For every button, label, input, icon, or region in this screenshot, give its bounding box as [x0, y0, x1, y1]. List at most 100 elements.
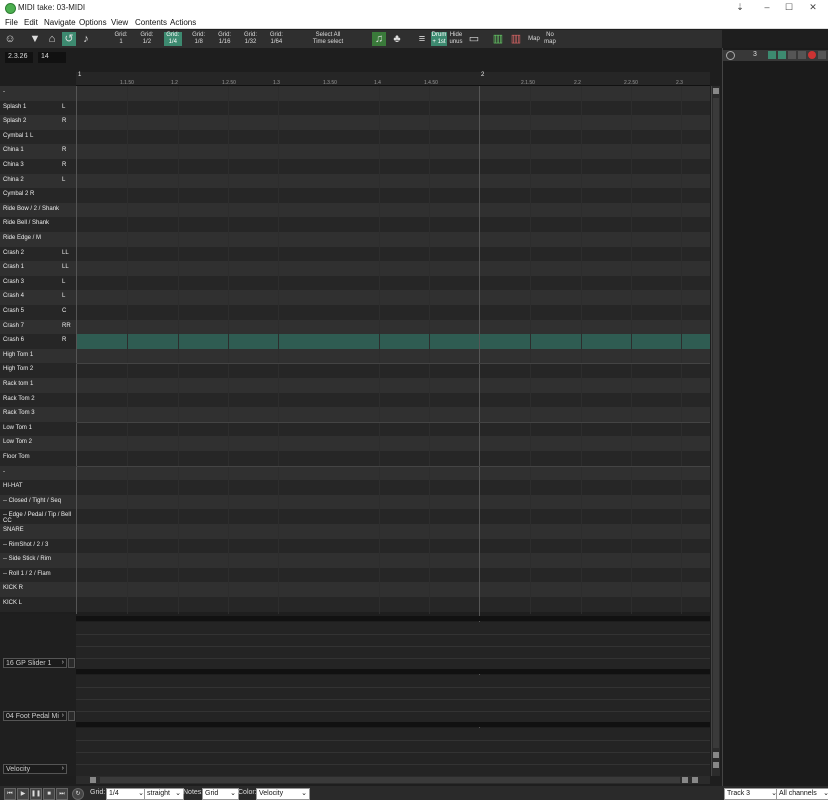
menu-contents[interactable]: Contents — [135, 18, 167, 27]
vertical-scrollbar[interactable] — [711, 86, 720, 776]
cc-lane-1[interactable] — [76, 622, 710, 670]
color-select[interactable]: Velocity ⌄ — [256, 788, 310, 800]
menu-options[interactable]: Options — [79, 18, 107, 27]
drum-key-row[interactable]: Crash 1 LL — [0, 261, 76, 276]
track-midi-icon[interactable] — [768, 51, 776, 59]
track-env-icon[interactable] — [798, 51, 806, 59]
mixer-alt-icon[interactable]: ▥ — [509, 32, 523, 46]
hide-unused-button[interactable]: Hide unus — [449, 32, 463, 46]
velocity-lane[interactable] — [76, 728, 710, 776]
track-fx-icon[interactable] — [788, 51, 796, 59]
grid-select[interactable]: 1/4 ⌄ — [106, 788, 147, 800]
close-button[interactable]: ✕ — [803, 1, 823, 14]
notes-select[interactable]: Grid ⌄ — [202, 788, 239, 800]
note-grid-row[interactable] — [76, 509, 710, 524]
scroll-right-icon[interactable] — [682, 777, 688, 783]
lane-divider[interactable] — [76, 669, 710, 674]
note-grid-row[interactable] — [76, 421, 710, 437]
note-grid-row[interactable] — [76, 305, 710, 320]
drum-key-row[interactable]: -- Side Stick / Rim — [0, 553, 76, 568]
drum-key-row[interactable]: China 2 L — [0, 173, 76, 189]
grid-4-button[interactable]: Grid: 1/16 — [216, 32, 234, 46]
note-grid-row[interactable] — [76, 553, 710, 568]
note-grid-row[interactable] — [76, 524, 710, 539]
map-button[interactable]: Map — [527, 32, 541, 46]
drum-key-row[interactable]: -- Edge / Pedal / Tip / Bell CC — [0, 509, 76, 524]
note-grid-row[interactable] — [76, 217, 710, 232]
note-grid-row[interactable] — [76, 275, 710, 291]
mixer-icon[interactable]: ▥ — [491, 32, 505, 46]
drum-key-row[interactable]: Crash 2 LL — [0, 246, 76, 262]
scroll-left-icon[interactable] — [90, 777, 96, 783]
note-grid-row[interactable] — [76, 363, 710, 378]
note-grid-row[interactable] — [76, 348, 710, 364]
drum-key-row[interactable]: - — [0, 465, 76, 481]
people-icon[interactable]: ☺ — [3, 32, 17, 46]
lane-divider[interactable] — [76, 616, 710, 621]
drum-key-row[interactable]: High Tom 1 — [0, 348, 76, 364]
channel-select[interactable]: All channels ⌄ — [776, 788, 828, 800]
drum-key-row[interactable]: KICK R — [0, 582, 76, 597]
drum-key-row[interactable]: SNARE — [0, 524, 76, 539]
h-scroll-thumb[interactable] — [100, 777, 680, 783]
go-to-end-icon[interactable]: ⏭ — [56, 788, 68, 800]
menu-file[interactable]: File — [5, 18, 18, 27]
record-arm-icon[interactable] — [808, 51, 816, 59]
scroll-up-icon[interactable] — [713, 88, 719, 94]
value-display[interactable]: 14 — [38, 52, 66, 63]
note-grid-row[interactable] — [76, 465, 710, 481]
list-icon[interactable]: ≡ — [415, 32, 429, 46]
note-grid-row[interactable] — [76, 378, 710, 393]
note-grid-row[interactable] — [76, 480, 710, 495]
grid-6-button[interactable]: Grid: 1/64 — [267, 32, 285, 46]
loop-toggle-icon[interactable]: ↻ — [72, 788, 84, 800]
lane-2-options-icon[interactable] — [68, 711, 75, 721]
drum-key-row[interactable]: Ride Bell / Shank — [0, 217, 76, 232]
drum-key-row[interactable]: -- Closed / Tight / Seq — [0, 494, 76, 510]
drum-key-row[interactable]: Rack tom 1 — [0, 378, 76, 393]
input-icon[interactable]: ♪ — [79, 32, 93, 46]
note-grid-row[interactable] — [76, 202, 710, 218]
drum-key-row[interactable]: Rack Tom 2 — [0, 392, 76, 408]
note-grid-row[interactable] — [76, 173, 710, 189]
timeline-ruler[interactable]: 1 2 1.1.50 1.2 1.2.50 1.3 1.3.50 1.4 1.4.50 2.1… — [76, 72, 710, 86]
drum-key-row[interactable]: Cymbal 2 R — [0, 188, 76, 203]
note-grid-row[interactable] — [76, 188, 710, 203]
drum-key-row[interactable]: Floor Tom — [0, 451, 76, 466]
track-route-icon[interactable] — [778, 51, 786, 59]
grid-0-button[interactable]: Grid: 1 — [112, 32, 130, 46]
position-display[interactable]: 2.3.26 — [5, 52, 33, 63]
drum-key-row[interactable]: -- RimShot / 2 / 3 — [0, 538, 76, 554]
grid-1-button[interactable]: Grid: 1/2 — [138, 32, 156, 46]
drum-key-row[interactable]: Crash 6 R — [0, 334, 76, 349]
no-map-button[interactable]: No map — [543, 32, 557, 46]
velocity-lane-selector[interactable]: Velocity › — [3, 764, 67, 774]
track-toggle-icon[interactable] — [726, 51, 735, 60]
menu-view[interactable]: View — [111, 18, 128, 27]
cc-lane-2[interactable] — [76, 675, 710, 723]
note-grid-row[interactable] — [76, 567, 710, 583]
drum-key-row[interactable]: -- Roll 1 / 2 / Flam — [0, 567, 76, 583]
note-grid-row[interactable] — [76, 582, 710, 597]
filter-icon[interactable]: ▼ — [28, 32, 42, 46]
note-grid-row[interactable] — [76, 334, 710, 349]
drum-key-row[interactable]: KICK L — [0, 597, 76, 612]
cc-lane-2-selector[interactable]: 04 Foot Pedal Mi › — [3, 711, 67, 721]
zoom-in-icon[interactable] — [713, 752, 719, 758]
track-select[interactable]: Track 3 ⌄ — [724, 788, 780, 800]
drum-key-row[interactable]: China 3 R — [0, 159, 76, 174]
drum-key-row[interactable]: China 1 R — [0, 144, 76, 159]
drum-key-row[interactable]: Low Tom 2 — [0, 436, 76, 451]
swing-select[interactable]: straight ⌄ — [144, 788, 184, 800]
pause-icon[interactable]: ❚❚ — [30, 788, 42, 800]
grid-3-button[interactable]: Grid: 1/8 — [190, 32, 208, 46]
note-grid-row[interactable] — [76, 86, 710, 101]
note-grid-row[interactable] — [76, 261, 710, 276]
select-all-button[interactable]: Select All Time select — [308, 32, 348, 46]
note-grid-row[interactable] — [76, 436, 710, 451]
drum-key-row[interactable]: Ride Edge / M — [0, 232, 76, 247]
note-grid-row[interactable] — [76, 100, 710, 116]
note-grid-row[interactable] — [76, 538, 710, 554]
note-grid-row[interactable] — [76, 159, 710, 174]
quantize-icon[interactable]: ♫ — [372, 32, 386, 46]
